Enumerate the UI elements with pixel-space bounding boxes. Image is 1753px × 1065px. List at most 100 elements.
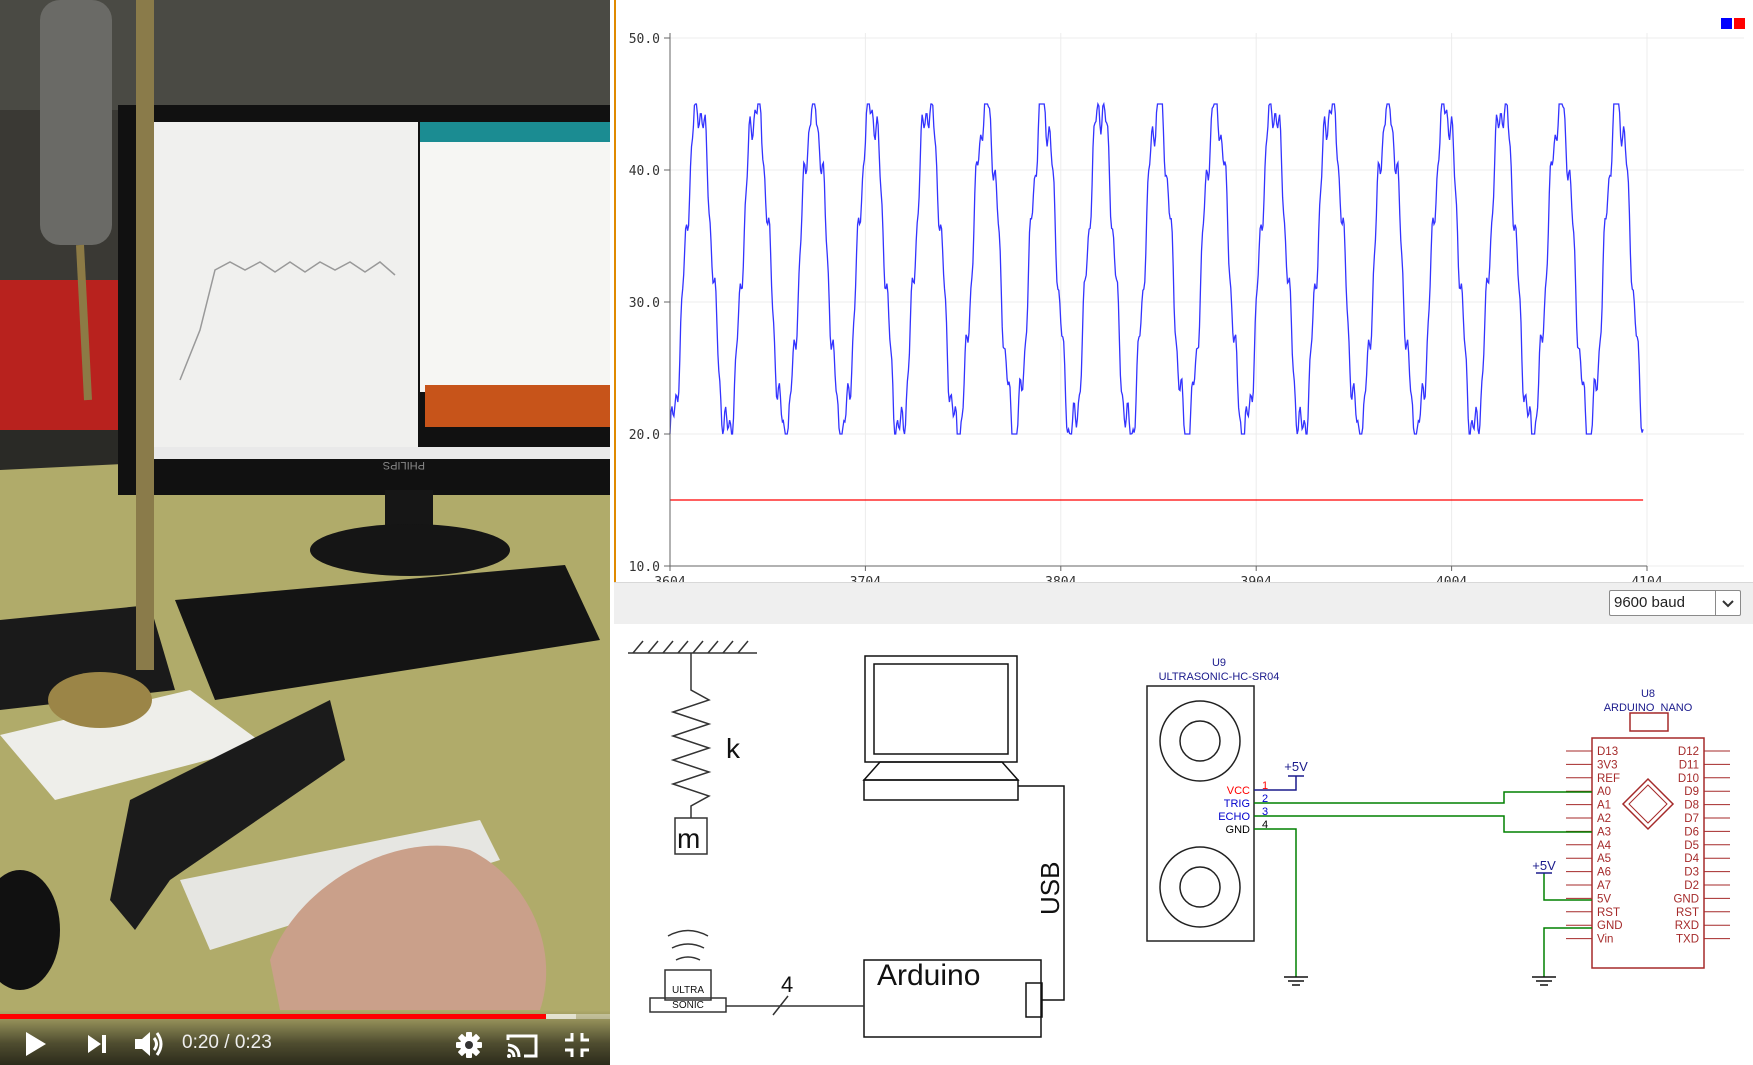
brass-weight bbox=[48, 672, 152, 728]
video-player[interactable]: PHILIPS 0:20 / 0:23 bbox=[0, 0, 610, 1065]
duration: 0:23 bbox=[234, 1032, 272, 1053]
u9-supply-label: +5V bbox=[1284, 759, 1308, 774]
u9-pin-label: VCC bbox=[1227, 785, 1250, 797]
u8-right-pin-label: D10 bbox=[1678, 773, 1699, 785]
u8-pins: D133V3REFA0A1A2A3A4A5A6A75VRSTGNDVinD12D… bbox=[1566, 746, 1730, 946]
schematic-power bbox=[1254, 775, 1552, 874]
u9-transducer-1-outer bbox=[1159, 700, 1241, 782]
x-tick-label: 3704 bbox=[850, 575, 881, 582]
legend-swatch-0 bbox=[1721, 18, 1732, 29]
plotter-left-border bbox=[614, 0, 616, 623]
u9-pin-label: TRIG bbox=[1224, 798, 1250, 810]
play-icon[interactable] bbox=[22, 1030, 48, 1058]
progress-played bbox=[0, 1014, 546, 1019]
u8-left-pin-label: A6 bbox=[1597, 867, 1611, 879]
u8-right-pin-label: TXD bbox=[1676, 934, 1699, 946]
u8-right-pin-label: GND bbox=[1673, 893, 1699, 905]
u8-left-pin-label: RST bbox=[1597, 907, 1620, 919]
y-tick-label: 30.0 bbox=[629, 296, 660, 311]
u8-left-pin-label: REF bbox=[1597, 773, 1620, 785]
u9-transducer-2-inner bbox=[1179, 866, 1221, 908]
u8-chip-outer bbox=[1621, 777, 1675, 831]
u9-pins: VCC 1TRIG 2ECHO 3GND 4 bbox=[1218, 780, 1274, 836]
u8-name: ARDUINO_NANO bbox=[1604, 702, 1693, 714]
baud-rate-value: 9600 baud bbox=[1614, 594, 1685, 611]
u8-right-pin-label: RXD bbox=[1675, 920, 1699, 932]
u8-right-pin-label: D7 bbox=[1684, 813, 1699, 825]
bus-width-label: 4 bbox=[781, 972, 793, 997]
ceiling-hatch bbox=[632, 640, 749, 654]
u8-ground-icon bbox=[1532, 976, 1556, 986]
legend-swatch-1 bbox=[1734, 18, 1745, 29]
sensor-label-line1: ULTRA bbox=[672, 985, 704, 996]
u8-left-pin-label: Vin bbox=[1597, 934, 1613, 946]
monitor-ide-window bbox=[420, 122, 610, 392]
spring-coil bbox=[40, 0, 112, 245]
x-tick-label: 4004 bbox=[1436, 575, 1467, 582]
serial-plotter: 3604 3704 3804 3904 4004 4104 10.0 20.0 30.0 40.0… bbox=[614, 0, 1753, 623]
u8-left-pin-label: GND bbox=[1597, 920, 1623, 932]
x-tick-label: 4104 bbox=[1631, 575, 1662, 582]
baud-rate-select[interactable]: 9600 baud bbox=[1609, 590, 1741, 616]
u9-transducer-2-outer bbox=[1159, 846, 1241, 928]
u8-left-pin-label: A2 bbox=[1597, 813, 1611, 825]
u8-right-pin-label: D2 bbox=[1684, 880, 1699, 892]
wire-u8-gnd bbox=[1543, 927, 1592, 977]
y-tick-label: 20.0 bbox=[629, 428, 660, 443]
monitor-ide-console bbox=[425, 385, 610, 427]
settings-icon[interactable] bbox=[455, 1031, 483, 1059]
u8-right-pin-label: D12 bbox=[1678, 746, 1699, 758]
u8-left-pin-label: A1 bbox=[1597, 800, 1611, 812]
time-readout: 0:20 / 0:23 bbox=[182, 1032, 272, 1054]
plot-grid bbox=[669, 33, 1744, 567]
monitor-ide-header bbox=[420, 122, 610, 142]
x-tick-label: 3604 bbox=[654, 575, 685, 582]
schematic-u8: U8 ARDUINO_NANO D133V3 REFA0 A1A2A3 A4A5 A6A… bbox=[1532, 688, 1730, 969]
exit-fullscreen-icon[interactable] bbox=[563, 1031, 591, 1059]
u8-right-pin-label: D6 bbox=[1684, 826, 1699, 838]
wire-u9-gnd bbox=[1254, 828, 1297, 977]
u8-left-pin-label: D13 bbox=[1597, 746, 1618, 758]
u8-right-pin-label: D5 bbox=[1684, 840, 1699, 852]
u9-pin-label: ECHO bbox=[1218, 811, 1250, 823]
wire-trig-a1 bbox=[1254, 791, 1592, 804]
chevron-down-icon bbox=[1715, 591, 1734, 615]
time-separator: / bbox=[218, 1032, 235, 1053]
u8-supply-label: +5V bbox=[1532, 858, 1556, 873]
u8-ref: U8 bbox=[1641, 688, 1655, 700]
u8-left-pin-label: A7 bbox=[1597, 880, 1611, 892]
u8-left-pin-label: A3 bbox=[1597, 826, 1611, 838]
sensor-label-line2: SONIC bbox=[672, 1000, 704, 1011]
computer-screen-outer bbox=[864, 655, 1018, 763]
ground-symbols bbox=[1284, 976, 1556, 986]
u9-pin-label: GND bbox=[1226, 824, 1251, 836]
computer-screen-inner bbox=[873, 663, 1009, 755]
u8-left-pin-label: 3V3 bbox=[1597, 759, 1617, 771]
u8-right-pin-label: RST bbox=[1676, 907, 1699, 919]
video-frame[interactable]: PHILIPS bbox=[0, 0, 610, 1065]
wire-u9-vcc bbox=[1254, 776, 1297, 791]
u9-ref: U9 bbox=[1212, 657, 1226, 669]
progress-bar[interactable] bbox=[0, 1014, 610, 1019]
y-tick-label: 50.0 bbox=[629, 32, 660, 47]
monitor-plot-window bbox=[150, 122, 418, 447]
monitor-taskbar bbox=[150, 447, 610, 459]
u8-left-pin-label: A4 bbox=[1597, 840, 1612, 852]
current-time: 0:20 bbox=[182, 1032, 219, 1053]
arduino-usb-port bbox=[1025, 982, 1043, 1018]
computer-icon bbox=[862, 655, 1065, 1001]
u8-right-pin-label: D4 bbox=[1684, 853, 1699, 865]
arduino-label: Arduino bbox=[877, 959, 980, 992]
plotter-toolbar bbox=[614, 582, 1753, 624]
schematic-u9: U9 ULTRASONIC-HC-SR04 VCC 1TRIG 2ECHO 3GND 4… bbox=[1146, 657, 1308, 942]
mass-label: m bbox=[677, 823, 700, 854]
spring-zigzag bbox=[670, 653, 712, 818]
cast-icon[interactable] bbox=[505, 1032, 539, 1060]
u8-right-pin-label: D11 bbox=[1679, 759, 1699, 771]
u8-right-pin-label: D8 bbox=[1684, 800, 1699, 812]
next-icon[interactable] bbox=[85, 1032, 109, 1056]
u9-transducer-1-inner bbox=[1179, 720, 1221, 762]
u8-left-pin-label: A5 bbox=[1597, 853, 1611, 865]
volume-icon[interactable] bbox=[133, 1029, 165, 1059]
u8-right-pin-label: D3 bbox=[1684, 867, 1699, 879]
